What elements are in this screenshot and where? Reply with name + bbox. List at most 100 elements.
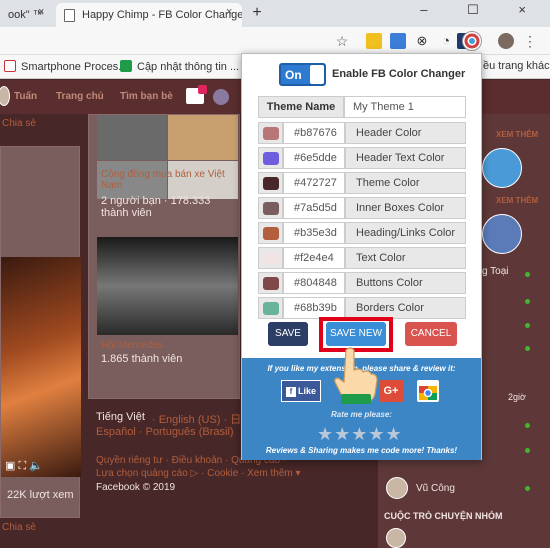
footer-note: Reviews & Sharing makes me code more! Th… <box>265 446 458 455</box>
toggle-label: On <box>285 68 302 82</box>
extension-icon[interactable]: ◔ <box>438 33 454 49</box>
theme-name-input[interactable] <box>344 96 466 118</box>
color-swatch[interactable] <box>263 177 279 190</box>
color-swatch-cell[interactable] <box>258 172 283 194</box>
color-label: Text Color <box>345 247 466 269</box>
color-swatch[interactable] <box>263 277 279 290</box>
avatar[interactable] <box>386 528 406 548</box>
color-hex-input[interactable]: #68b39b <box>283 297 345 319</box>
color-swatch[interactable] <box>263 252 279 265</box>
google-plus-button[interactable]: G+ <box>379 380 403 402</box>
rating-stars[interactable]: ★★★★★ <box>317 424 403 445</box>
color-label: Inner Boxes Color <box>345 197 466 219</box>
tab-happy-chimp[interactable]: Happy Chimp - FB Color Change <box>56 3 242 27</box>
extension-icon[interactable] <box>366 33 382 49</box>
save-button[interactable]: SAVE <box>268 322 308 346</box>
group-photo[interactable] <box>168 115 238 160</box>
color-row: #b35e3d Heading/Links Color <box>258 222 466 244</box>
avatar[interactable] <box>482 148 522 188</box>
online-status <box>525 272 530 277</box>
color-hex-input[interactable]: #b87676 <box>283 122 345 144</box>
group-chats-heading: CUỘC TRÒ CHUYỆN NHÓM <box>384 511 503 521</box>
contact-name[interactable]: g Toại <box>482 266 509 277</box>
enable-toggle[interactable]: On <box>279 63 326 86</box>
color-swatch[interactable] <box>263 152 279 165</box>
pointing-hand-icon <box>334 347 378 404</box>
color-label: Header Color <box>345 122 466 144</box>
color-swatch-cell[interactable] <box>258 272 283 294</box>
bookmark-item[interactable]: ều trang khác <box>483 60 550 72</box>
color-hex-input[interactable]: #6e5dde <box>283 147 345 169</box>
color-hex-input[interactable]: #f2e4e4 <box>283 247 345 269</box>
see-more-link[interactable]: XEM THÊM <box>496 130 538 139</box>
tab-close-icon[interactable]: × <box>38 6 44 18</box>
group-name[interactable]: Cộng đồng mua bán xe Việt Nam <box>101 169 236 191</box>
extension-icon[interactable] <box>390 33 406 49</box>
color-row: #b87676 Header Color <box>258 122 466 144</box>
video-controls[interactable]: ▣ ⛶ 🔈 <box>5 459 43 473</box>
color-hex-input[interactable]: #7a5d5d <box>283 197 345 219</box>
color-swatch-cell[interactable] <box>258 122 283 144</box>
color-label: Buttons Color <box>345 272 466 294</box>
color-hex-input[interactable]: #472727 <box>283 172 345 194</box>
contact-name[interactable]: Vũ Công <box>416 483 455 494</box>
share-link[interactable]: Chia sẻ <box>2 522 36 533</box>
language-links[interactable]: Español · Português (Brasil) <box>96 426 234 438</box>
friend-requests-icon[interactable] <box>186 85 207 104</box>
bookmark-item[interactable]: Cập nhật thông tin ... <box>120 60 239 73</box>
online-status <box>525 323 530 328</box>
color-swatch-cell[interactable] <box>258 147 283 169</box>
enable-label: Enable FB Color Changer <box>332 68 466 80</box>
video-post: ▣ ⛶ 🔈 22K lượt xem <box>0 146 81 518</box>
menu-icon[interactable]: ⋮ <box>522 33 538 49</box>
chrome-webstore-icon[interactable] <box>417 380 439 402</box>
window-controls[interactable]: – ☐ × <box>420 2 544 18</box>
color-swatch[interactable] <box>263 202 279 215</box>
online-status <box>525 448 530 453</box>
group-name[interactable]: Hội Mercedes <box>101 340 163 351</box>
video-thumbnail[interactable] <box>1 257 81 477</box>
new-tab-button[interactable]: + <box>248 5 266 23</box>
group-members: 1.865 thành viên <box>101 353 183 365</box>
last-active: 2giờ <box>508 392 526 402</box>
group-photo[interactable] <box>97 115 167 160</box>
fb-color-changer-icon[interactable] <box>462 31 482 51</box>
color-label: Header Text Color <box>345 147 466 169</box>
color-label: Borders Color <box>345 297 466 319</box>
color-swatch[interactable] <box>263 302 279 315</box>
view-count: 22K lượt xem <box>7 489 74 501</box>
color-swatch-cell[interactable] <box>258 197 283 219</box>
footer-links[interactable]: Lựa chọn quảng cáo ▷ · Cookie · Xem thêm… <box>96 468 301 479</box>
color-swatch-cell[interactable] <box>258 297 283 319</box>
color-swatch[interactable] <box>263 127 279 140</box>
extension-icon[interactable]: ⊗ <box>414 33 430 49</box>
avatar[interactable] <box>498 33 514 49</box>
cancel-button[interactable]: CANCEL <box>405 322 457 346</box>
color-swatch-cell[interactable] <box>258 222 283 244</box>
color-hex-input[interactable]: #804848 <box>283 272 345 294</box>
color-hex-input[interactable]: #b35e3d <box>283 222 345 244</box>
online-status <box>525 486 530 491</box>
color-label: Heading/Links Color <box>345 222 466 244</box>
nav-find-friends[interactable]: Tìm bạn bè <box>120 91 173 102</box>
fb-color-changer-popup: On Enable FB Color Changer Theme Name #b… <box>241 53 482 460</box>
color-row: #7a5d5d Inner Boxes Color <box>258 197 466 219</box>
share-link[interactable]: Chia sẻ <box>2 118 36 129</box>
nav-home[interactable]: Trang chủ <box>56 91 104 102</box>
online-status <box>525 346 530 351</box>
messenger-icon[interactable] <box>213 89 229 105</box>
see-more-link[interactable]: XEM THÊM <box>496 196 538 205</box>
facebook-like-button[interactable]: f Like <box>281 380 321 402</box>
avatar[interactable] <box>386 477 408 499</box>
page-icon <box>64 9 75 22</box>
avatar[interactable] <box>482 214 522 254</box>
tab-close-icon[interactable]: × <box>226 6 232 18</box>
avatar[interactable] <box>0 86 10 106</box>
nav-profile[interactable]: Tuấn <box>14 91 37 102</box>
bookmark-item[interactable]: Smartphone Proces... <box>4 60 127 73</box>
bookmark-icon <box>4 60 16 72</box>
group-photo[interactable] <box>97 237 238 335</box>
color-swatch[interactable] <box>263 227 279 240</box>
color-swatch-cell[interactable] <box>258 247 283 269</box>
star-icon[interactable]: ☆ <box>334 33 350 49</box>
